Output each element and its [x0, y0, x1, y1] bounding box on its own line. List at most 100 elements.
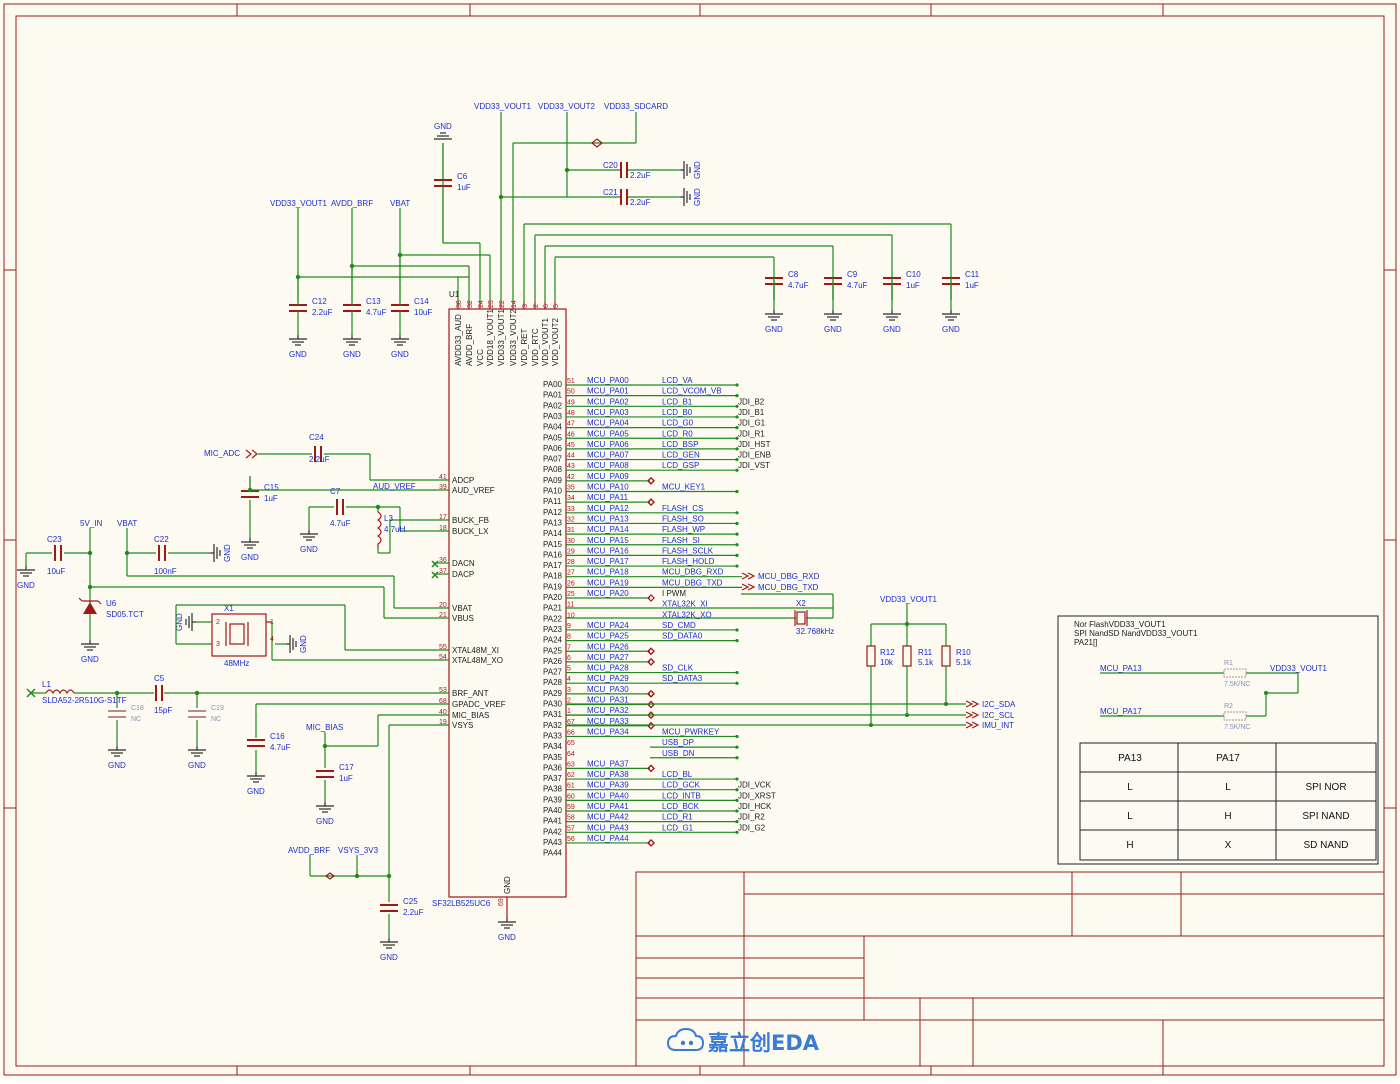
chip-right-pin: PA42 57 MCU_PA43 LCD_G1 JDI_G2: [543, 823, 766, 836]
svg-text:SD_CMD: SD_CMD: [662, 621, 696, 630]
net-i2c-scl: I2C_SCL: [982, 711, 1015, 720]
svg-text:22: 22: [499, 300, 506, 308]
net-vsys-3v3: VSYS_3V3: [338, 846, 379, 855]
chip-right-pin: PA28 4 MCU_PA29 SD_DATA3: [543, 674, 739, 687]
svg-text:1uF: 1uF: [906, 281, 920, 290]
svg-text:LCD_INTB: LCD_INTB: [662, 791, 701, 800]
junction-dot: [349, 263, 355, 269]
svg-text:15pF: 15pF: [154, 706, 172, 715]
svg-text:GND: GND: [241, 553, 259, 562]
svg-text:MCU_PA15: MCU_PA15: [587, 536, 629, 545]
chip-right-pin: PA05 46 MCU_PA05 LCD_R0 JDI_R1: [543, 429, 765, 442]
chip-right-pin: PA27 5 MCU_PA28 SD_CLK: [543, 664, 739, 677]
chip-top-pin: 6 VDD_VOUT1: [541, 302, 550, 366]
chip-top-pin: 5 VDD_VOUT2: [551, 302, 560, 366]
ground-icon: GND: [434, 122, 452, 140]
svg-text:100nF: 100nF: [154, 567, 177, 576]
chip-top-pin: 24 VCC: [476, 300, 485, 366]
chip-top-pin: 32 AVDD_BRF: [465, 300, 474, 366]
chip-right-pin: PA07 44 MCU_PA07 LCD_GEN JDI_ENB: [543, 451, 771, 464]
capacitor-c18: C18 NC: [108, 705, 144, 723]
svg-text:4.7uF: 4.7uF: [330, 519, 351, 528]
svg-text:64: 64: [567, 751, 575, 758]
svg-text:FLASH_SCLK: FLASH_SCLK: [662, 546, 714, 555]
chip-top-pin: 3 VDD_RET: [520, 302, 529, 366]
svg-text:PA29: PA29: [543, 689, 563, 698]
capacitor-c9: C9 4.7uF: [824, 270, 868, 290]
svg-text:MCU_DBG_RXD: MCU_DBG_RXD: [662, 568, 724, 577]
svg-text:MCU_PA24: MCU_PA24: [587, 621, 629, 630]
svg-text:23: 23: [488, 300, 495, 308]
table-cell: SPI NOR: [1305, 782, 1346, 793]
svg-text:GND: GND: [693, 161, 702, 179]
ground-icon: GND: [824, 310, 842, 334]
svg-text:4.7uH: 4.7uH: [384, 525, 406, 534]
svg-text:MCU_PA04: MCU_PA04: [587, 419, 629, 428]
svg-text:34: 34: [567, 495, 575, 502]
table-cell: H: [1126, 840, 1133, 851]
svg-text:1uF: 1uF: [457, 183, 471, 192]
svg-text:C15: C15: [264, 483, 279, 492]
tvs-diode-u6: U6 SD05.TCT: [78, 597, 144, 619]
svg-text:MCU_PA05: MCU_PA05: [587, 429, 629, 438]
svg-text:PA40: PA40: [543, 806, 563, 815]
svg-text:DACN: DACN: [452, 559, 475, 568]
capacitor-c5: C5 15pF: [154, 674, 172, 715]
net-aud-vref: AUD_VREF: [373, 482, 416, 491]
debug-uart-labels: MCU_DBG_RXD MCU_DBG_TXD: [741, 572, 820, 592]
svg-text:C19: C19: [211, 705, 224, 712]
ground-icon: GND: [210, 544, 232, 562]
svg-text:BUCK_LX: BUCK_LX: [452, 527, 489, 536]
ground-icon: GND: [380, 938, 398, 962]
svg-text:MCU_PA43: MCU_PA43: [587, 823, 629, 832]
svg-text:62: 62: [567, 772, 575, 779]
svg-text:LCD_BL: LCD_BL: [662, 770, 693, 779]
svg-text:ADCP: ADCP: [452, 476, 474, 485]
svg-text:LCD_R0: LCD_R0: [662, 429, 693, 438]
svg-text:C18: C18: [131, 705, 144, 712]
svg-text:LCD_G0: LCD_G0: [662, 419, 694, 428]
net-avdd-brf-top: AVDD_BRF: [331, 199, 373, 208]
svg-text:SD_DATA3: SD_DATA3: [662, 674, 703, 683]
net-dbg-rxd: MCU_DBG_RXD: [758, 572, 820, 581]
svg-text:1: 1: [270, 619, 274, 626]
svg-text:4: 4: [567, 676, 571, 683]
svg-text:1uF: 1uF: [339, 774, 353, 783]
ground-icon: GND: [498, 918, 516, 942]
svg-text:C8: C8: [788, 270, 799, 279]
svg-text:GND: GND: [693, 188, 702, 206]
svg-text:PA10: PA10: [543, 487, 563, 496]
table-cell: L: [1127, 811, 1133, 822]
svg-text:MCU_PA19: MCU_PA19: [587, 578, 629, 587]
ground-icon: GND: [883, 310, 901, 334]
net-boot-pa17: MCU_PA17: [1100, 707, 1142, 716]
svg-text:XTAL48M_XI: XTAL48M_XI: [452, 646, 499, 655]
svg-text:LCD_B1: LCD_B1: [662, 397, 693, 406]
svg-text:AUD_VREF: AUD_VREF: [452, 486, 495, 495]
table-cell: SPI NAND: [1302, 811, 1349, 822]
capacitor-c11: C111uF: [942, 270, 980, 290]
ground-icon: GND: [391, 335, 409, 359]
capacitor-c8: C8 4.7uF: [765, 270, 809, 290]
svg-text:PA21: PA21: [543, 604, 563, 613]
svg-text:USB_DN: USB_DN: [662, 749, 695, 758]
svg-text:GND: GND: [289, 350, 307, 359]
svg-text:MCU_PA40: MCU_PA40: [587, 791, 629, 800]
svg-text:MCU_DBG_TXD: MCU_DBG_TXD: [662, 578, 723, 587]
svg-text:Nor FlashVDD33_VOUT1: Nor FlashVDD33_VOUT1: [1074, 620, 1166, 629]
svg-text:MCU_PA17: MCU_PA17: [587, 557, 629, 566]
svg-text:PA41: PA41: [543, 817, 563, 826]
svg-text:GND: GND: [434, 122, 452, 131]
capacitor-c10: C101uF: [883, 270, 921, 290]
svg-text:PA13: PA13: [543, 518, 563, 527]
svg-text:30: 30: [567, 538, 575, 545]
svg-text:MCU_PA20: MCU_PA20: [587, 589, 629, 598]
svg-text:C9: C9: [847, 270, 858, 279]
svg-text:MCU_PA31: MCU_PA31: [587, 696, 629, 705]
svg-text:48: 48: [567, 410, 575, 417]
svg-text:FLASH_SI: FLASH_SI: [662, 536, 700, 545]
junction-dot: [397, 252, 403, 258]
chip-right-pin: PA08 43 MCU_PA08 LCD_GSP JDI_VST: [543, 461, 770, 474]
capacitor-c17: C171uF: [316, 763, 354, 783]
chip-right-pin: PA35 64 USB_DN: [543, 749, 739, 762]
